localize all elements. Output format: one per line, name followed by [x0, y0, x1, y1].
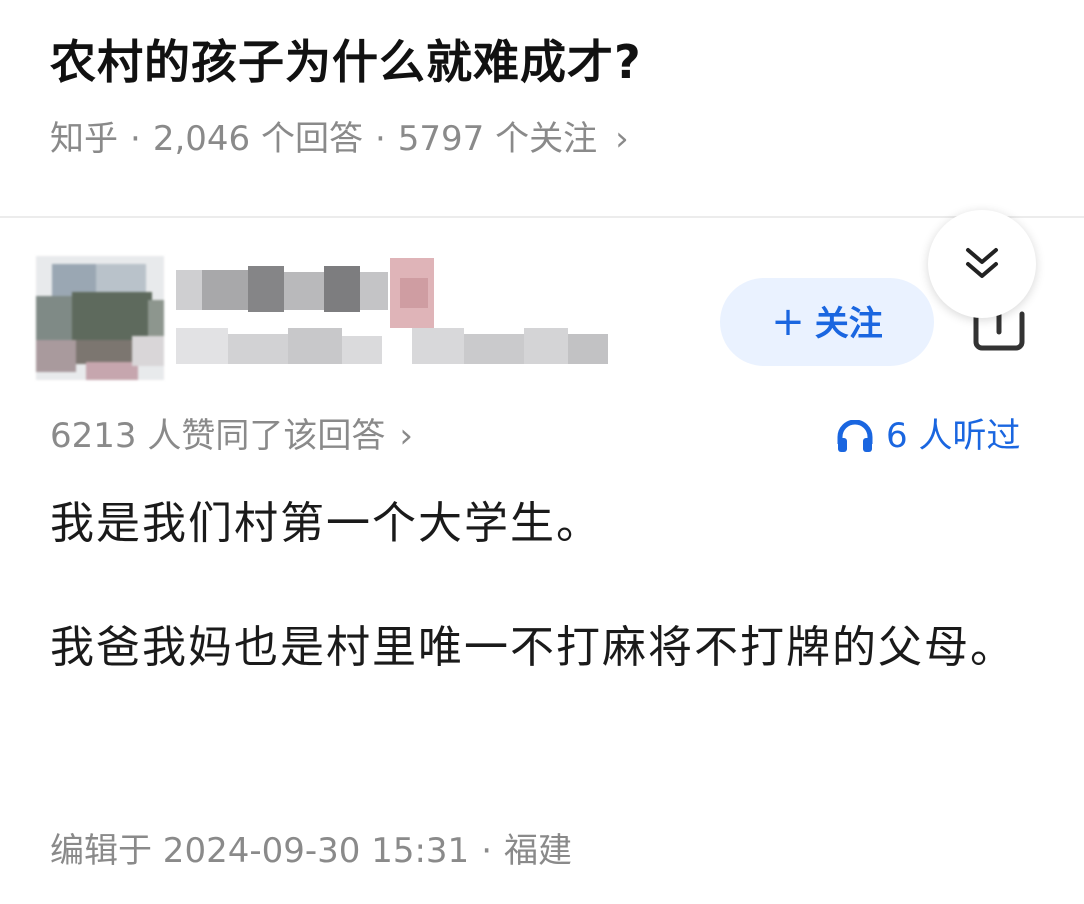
- follow-button[interactable]: + 关注: [720, 278, 934, 366]
- chevron-right-icon: ›: [399, 416, 413, 456]
- meta-separator: ·: [374, 119, 386, 159]
- question-meta[interactable]: 知乎 · 2,046 个回答 · 5797 个关注 ›: [50, 114, 629, 164]
- vote-count[interactable]: 6213 人赞同了该回答 ›: [50, 410, 413, 462]
- section-divider: [0, 216, 1084, 218]
- chevron-right-icon: ›: [615, 119, 629, 159]
- question-title[interactable]: 农村的孩子为什么就难成才?: [50, 22, 642, 102]
- answer-body[interactable]: 我是我们村第一个大学生。 我爸我妈也是村里唯一不打麻将不打牌的父母。: [50, 490, 1040, 738]
- meta-separator: ·: [130, 119, 141, 159]
- source-label: 知乎: [50, 119, 118, 159]
- double-chevron-down-icon: [966, 248, 998, 278]
- answer-count: 2,046 个回答: [152, 119, 363, 159]
- follow-label: 关注: [814, 304, 883, 344]
- plus-icon: +: [771, 299, 805, 345]
- listen-count-label: 6 人听过: [886, 416, 1021, 456]
- author-name[interactable]: [176, 256, 636, 376]
- collapse-button[interactable]: [928, 210, 1036, 318]
- answer-paragraph: 我爸我妈也是村里唯一不打麻将不打牌的父母。: [50, 622, 1016, 673]
- avatar[interactable]: [36, 256, 164, 380]
- answer-paragraph: 我是我们村第一个大学生。: [50, 498, 602, 549]
- edit-timestamp: 编辑于 2024-09-30 15:31: [50, 831, 470, 871]
- edit-info: 编辑于 2024-09-30 15:31 · 福建: [50, 826, 572, 876]
- vote-count-label: 6213 人赞同了该回答: [50, 416, 386, 456]
- headphones-icon: [837, 420, 873, 452]
- follower-count: 5797 个关注: [397, 119, 598, 159]
- edit-location: 福建: [504, 831, 573, 871]
- meta-separator: ·: [481, 831, 493, 871]
- listen-count[interactable]: 6 人听过: [836, 410, 1020, 462]
